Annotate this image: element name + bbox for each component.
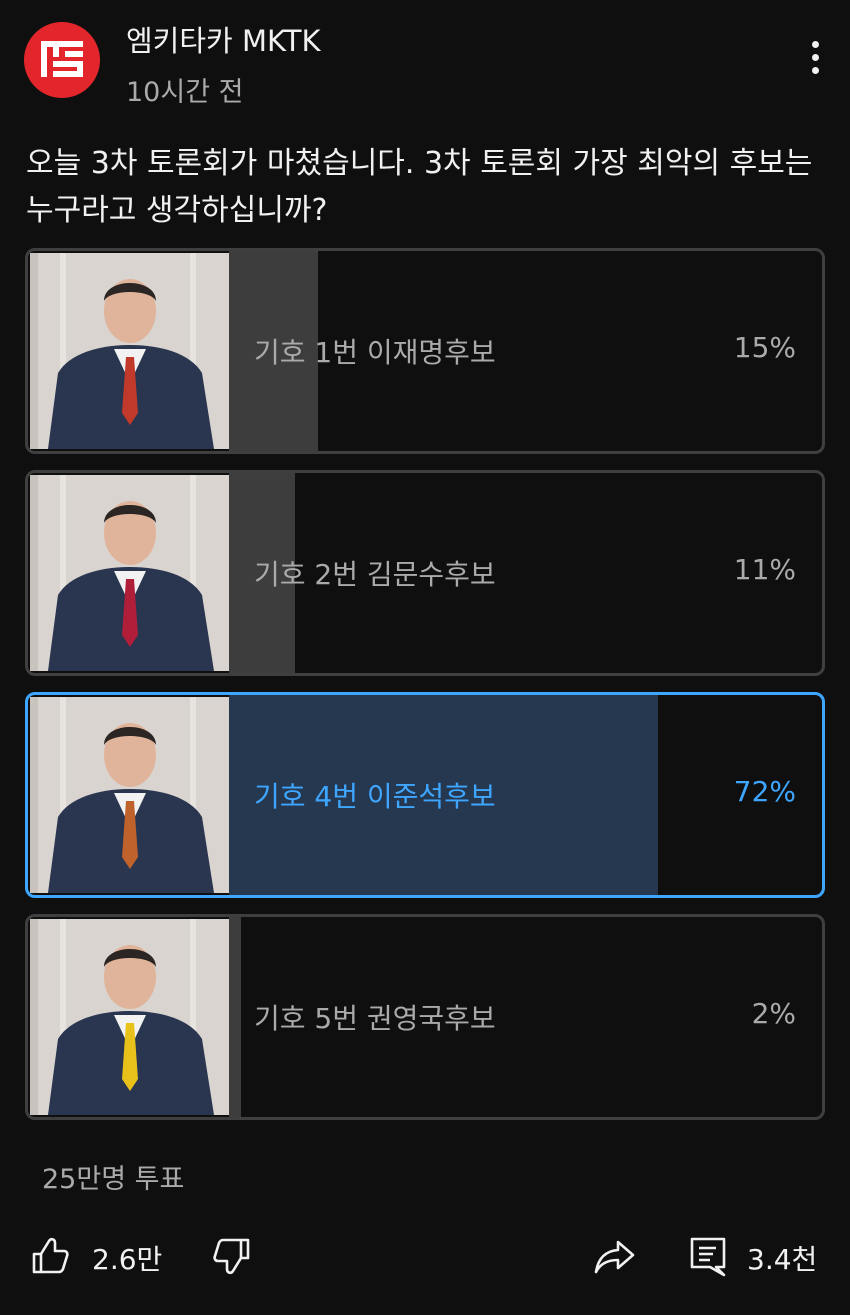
- mktk-logo-icon: [41, 41, 83, 77]
- result-bar: [229, 917, 241, 1117]
- candidate-photo: [30, 475, 229, 671]
- poll-option[interactable]: 기호 4번 이준석후보 72%: [25, 692, 825, 898]
- community-post: 엠키타카 MKTK 10시간 전 오늘 3차 토론회가 마쳤습니다. 3차 토론…: [0, 0, 850, 1315]
- option-percent: 11%: [733, 553, 796, 586]
- comment-count: 3.4천: [747, 1243, 818, 1276]
- result-bar-area: 기호 4번 이준석후보 72%: [229, 695, 822, 895]
- comment-icon[interactable]: [686, 1234, 730, 1278]
- post-header: 엠키타카 MKTK 10시간 전: [24, 18, 834, 108]
- more-options-icon[interactable]: [804, 38, 828, 78]
- poll-option[interactable]: 기호 5번 권영국후보 2%: [25, 914, 825, 1120]
- option-percent: 2%: [751, 997, 796, 1030]
- share-icon[interactable]: [592, 1234, 636, 1278]
- channel-name[interactable]: 엠키타카 MKTK: [126, 18, 320, 60]
- option-label: 기호 4번 이준석후보: [254, 780, 496, 813]
- result-bar-area: 기호 5번 권영국후보 2%: [229, 917, 822, 1117]
- candidate-photo: [30, 919, 229, 1115]
- dislike-icon[interactable]: [210, 1234, 254, 1278]
- like-count: 2.6만: [92, 1243, 163, 1276]
- like-icon[interactable]: [28, 1234, 72, 1278]
- poll-option[interactable]: 기호 1번 이재명후보 15%: [25, 248, 825, 454]
- poll-option[interactable]: 기호 2번 김문수후보 11%: [25, 470, 825, 676]
- candidate-photo: [30, 697, 229, 893]
- channel-avatar[interactable]: [24, 22, 100, 98]
- option-label: 기호 5번 권영국후보: [254, 1002, 496, 1035]
- result-bar-area: 기호 2번 김문수후보 11%: [229, 473, 822, 673]
- option-label: 기호 2번 김문수후보: [254, 558, 496, 591]
- option-label: 기호 1번 이재명후보: [254, 336, 496, 369]
- poll-question: 오늘 3차 토론회가 마쳤습니다. 3차 토론회 가장 최악의 후보는 누구라고…: [26, 146, 813, 228]
- total-votes: 25만명 투표: [42, 1164, 185, 1195]
- result-bar-area: 기호 1번 이재명후보 15%: [229, 251, 822, 451]
- option-percent: 72%: [733, 775, 796, 808]
- candidate-photo: [30, 253, 229, 449]
- option-percent: 15%: [733, 331, 796, 364]
- post-time: 10시간 전: [126, 77, 244, 108]
- action-bar: 2.6만 3.4천: [0, 1220, 850, 1300]
